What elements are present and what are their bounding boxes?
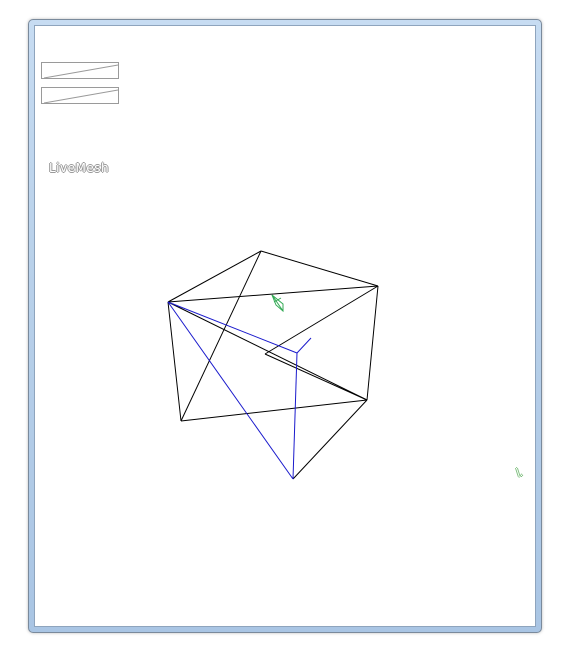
marker-icon bbox=[271, 294, 284, 313]
mesh-edge bbox=[292, 399, 368, 480]
mesh-edge bbox=[264, 353, 368, 401]
mesh-wireframe bbox=[167, 250, 379, 480]
viewport-area[interactable]: LiveMesh \. bbox=[34, 25, 536, 627]
highlight-edge bbox=[292, 352, 298, 480]
highlight-edge bbox=[296, 337, 312, 354]
mesh-canvas[interactable] bbox=[35, 26, 536, 627]
mesh-edge bbox=[264, 285, 379, 355]
axis-indicator: \. bbox=[516, 466, 524, 479]
mesh-edge bbox=[167, 250, 262, 303]
app-window: LiveMesh \. bbox=[28, 19, 542, 633]
highlight-edge bbox=[167, 301, 298, 354]
mesh-edge bbox=[366, 285, 379, 401]
highlight-edge bbox=[167, 301, 294, 480]
mesh-edge bbox=[167, 301, 182, 422]
mesh-edge bbox=[180, 250, 262, 422]
mesh-edge bbox=[180, 399, 368, 422]
mesh-highlight-edges bbox=[167, 301, 312, 480]
mesh-edge bbox=[260, 250, 379, 287]
mesh-edge bbox=[167, 285, 379, 303]
